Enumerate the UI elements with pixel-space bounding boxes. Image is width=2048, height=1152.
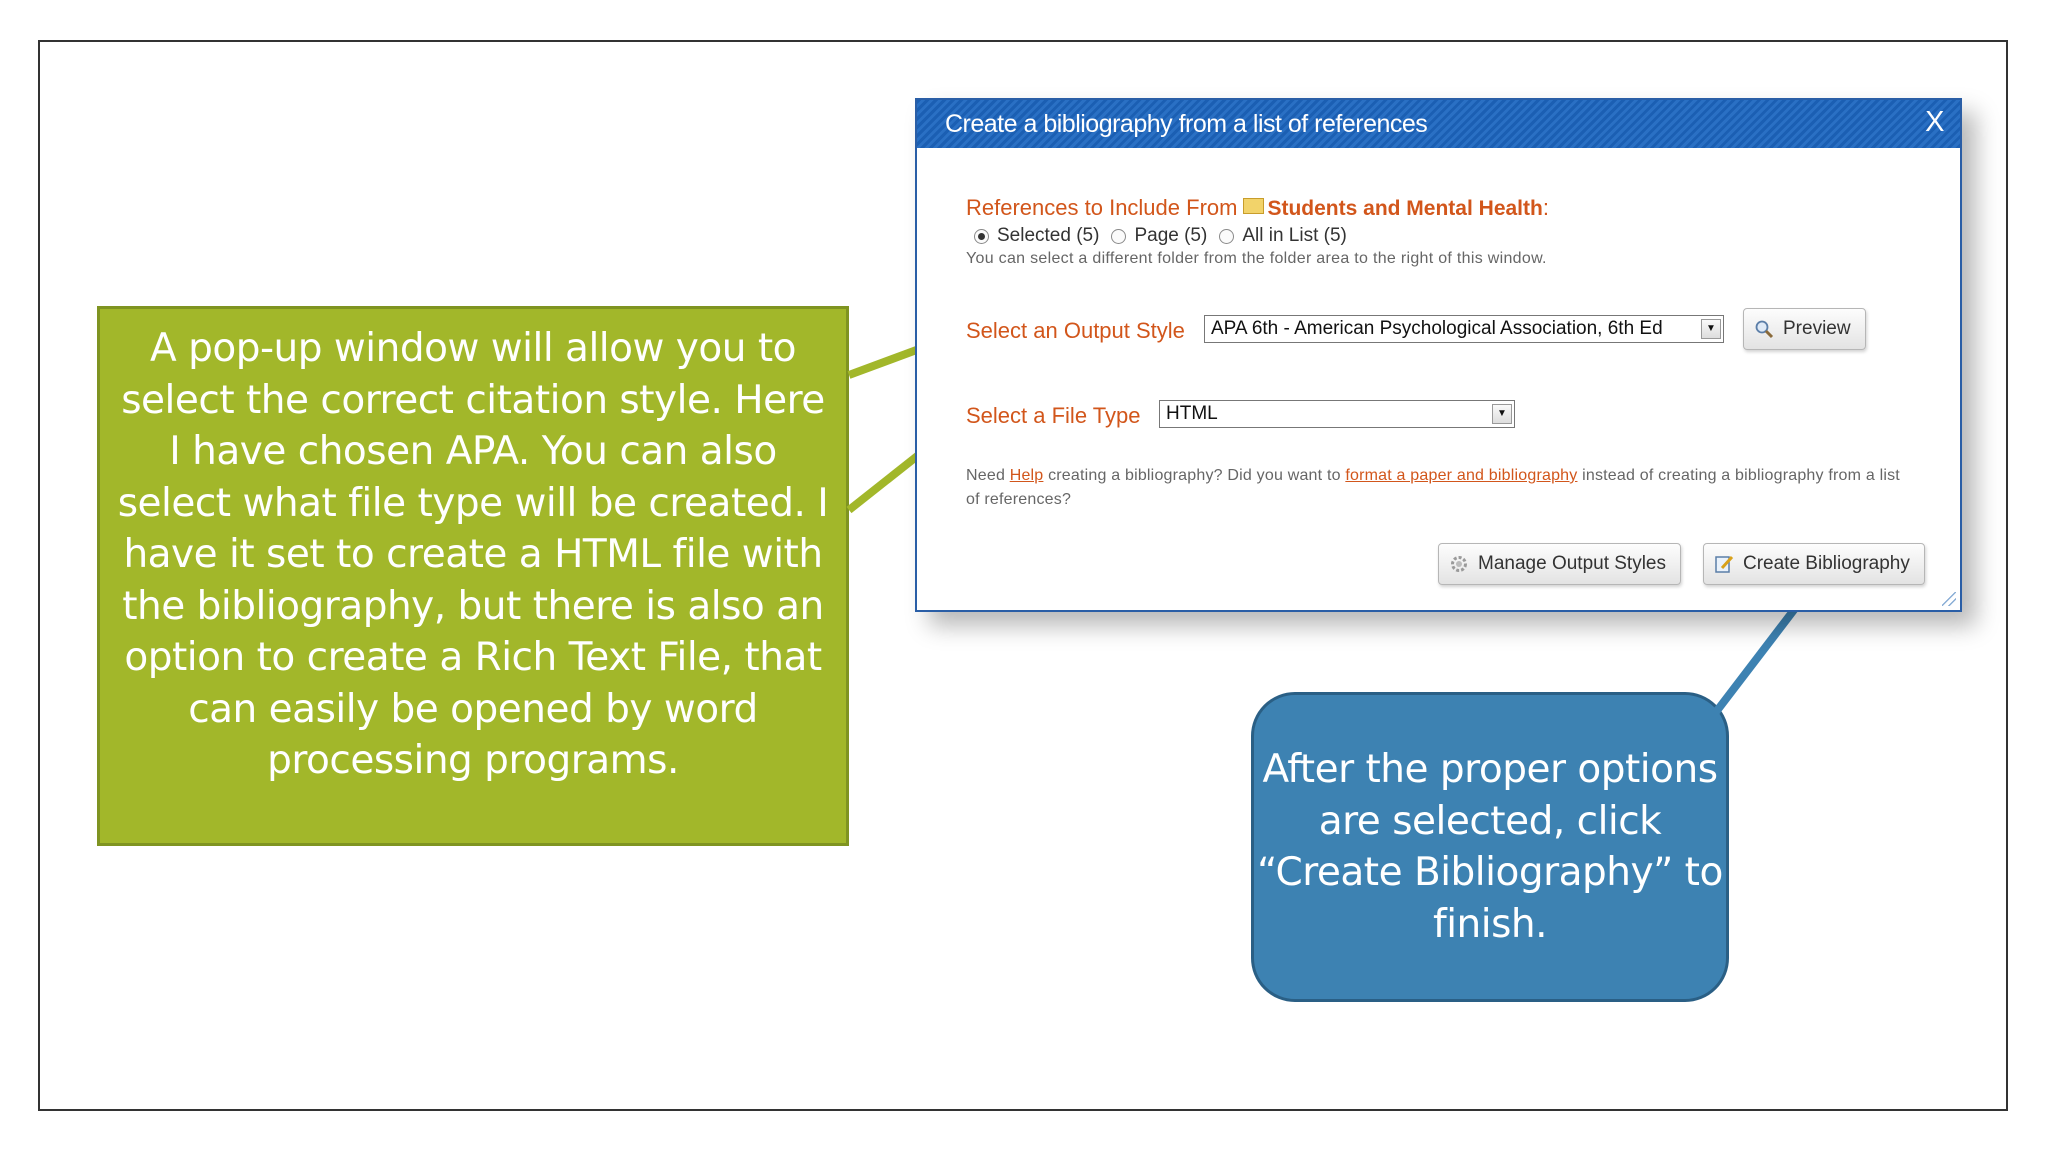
help-prefix: Need [966, 467, 1010, 484]
help-link[interactable]: Help [1010, 467, 1044, 484]
dialog-title: Create a bibliography from a list of ref… [945, 109, 1428, 138]
dialog-title-bar: Create a bibliography from a list of ref… [917, 100, 1960, 148]
manage-output-styles-button[interactable]: Manage Output Styles [1438, 543, 1681, 585]
format-paper-link[interactable]: format a paper and bibliography [1345, 467, 1577, 484]
folder-name: Students and Mental Health [1267, 197, 1543, 220]
bibliography-dialog: Create a bibliography from a list of ref… [915, 98, 1962, 612]
close-icon[interactable]: X [1925, 106, 1944, 139]
folder-icon [1243, 198, 1265, 214]
radio-selected-label: Selected (5) [997, 225, 1100, 246]
output-style-select[interactable]: APA 6th - American Psychological Associa… [1204, 315, 1724, 343]
output-style-label: Select an Output Style [966, 318, 1185, 343]
create-bibliography-button[interactable]: Create Bibliography [1703, 543, 1925, 585]
references-radio-group: Selected (5) Page (5) All in List (5) [974, 225, 1359, 247]
green-callout: A pop-up window will allow you to select… [97, 306, 849, 846]
file-type-value: HTML [1166, 403, 1218, 424]
output-style-value: APA 6th - American Psychological Associa… [1211, 318, 1663, 339]
radio-page-label: Page (5) [1134, 225, 1208, 246]
resize-grip-icon[interactable] [1942, 592, 1956, 606]
green-callout-text: A pop-up window will allow you to select… [117, 326, 829, 784]
radio-all-in-list-button[interactable] [1219, 228, 1235, 244]
edit-document-icon [1715, 555, 1734, 573]
help-text: Need Help creating a bibliography? Did y… [966, 464, 1916, 512]
manage-output-styles-label: Manage Output Styles [1478, 553, 1666, 574]
radio-all-in-list[interactable]: All in List (5) [1219, 225, 1347, 247]
references-label-text: References to Include From [966, 195, 1238, 220]
radio-all-in-list-label: All in List (5) [1242, 225, 1347, 246]
blue-callout-text: After the proper options are selected, c… [1257, 747, 1723, 947]
chevron-down-icon[interactable]: ▼ [1492, 404, 1512, 424]
folder-suffix: : [1542, 195, 1549, 220]
chevron-down-icon[interactable]: ▼ [1701, 319, 1721, 339]
gear-icon [1451, 556, 1467, 572]
file-type-select[interactable]: HTML ▼ [1159, 400, 1515, 428]
folder-hint: You can select a different folder from t… [966, 250, 1547, 267]
preview-button[interactable]: Preview [1743, 308, 1866, 350]
file-type-label: Select a File Type [966, 403, 1141, 428]
radio-selected-button[interactable] [974, 228, 989, 244]
radio-selected[interactable]: Selected (5) [974, 225, 1099, 247]
help-middle: creating a bibliography? Did you want to [1043, 467, 1346, 484]
radio-page[interactable]: Page (5) [1111, 225, 1207, 247]
references-include-label: References to Include From Students and M… [966, 195, 1549, 221]
create-bibliography-label: Create Bibliography [1743, 553, 1910, 574]
preview-button-label: Preview [1783, 318, 1851, 339]
blue-callout: After the proper options are selected, c… [1251, 692, 1729, 1002]
radio-page-button[interactable] [1111, 228, 1127, 244]
magnifier-icon [1755, 320, 1774, 339]
